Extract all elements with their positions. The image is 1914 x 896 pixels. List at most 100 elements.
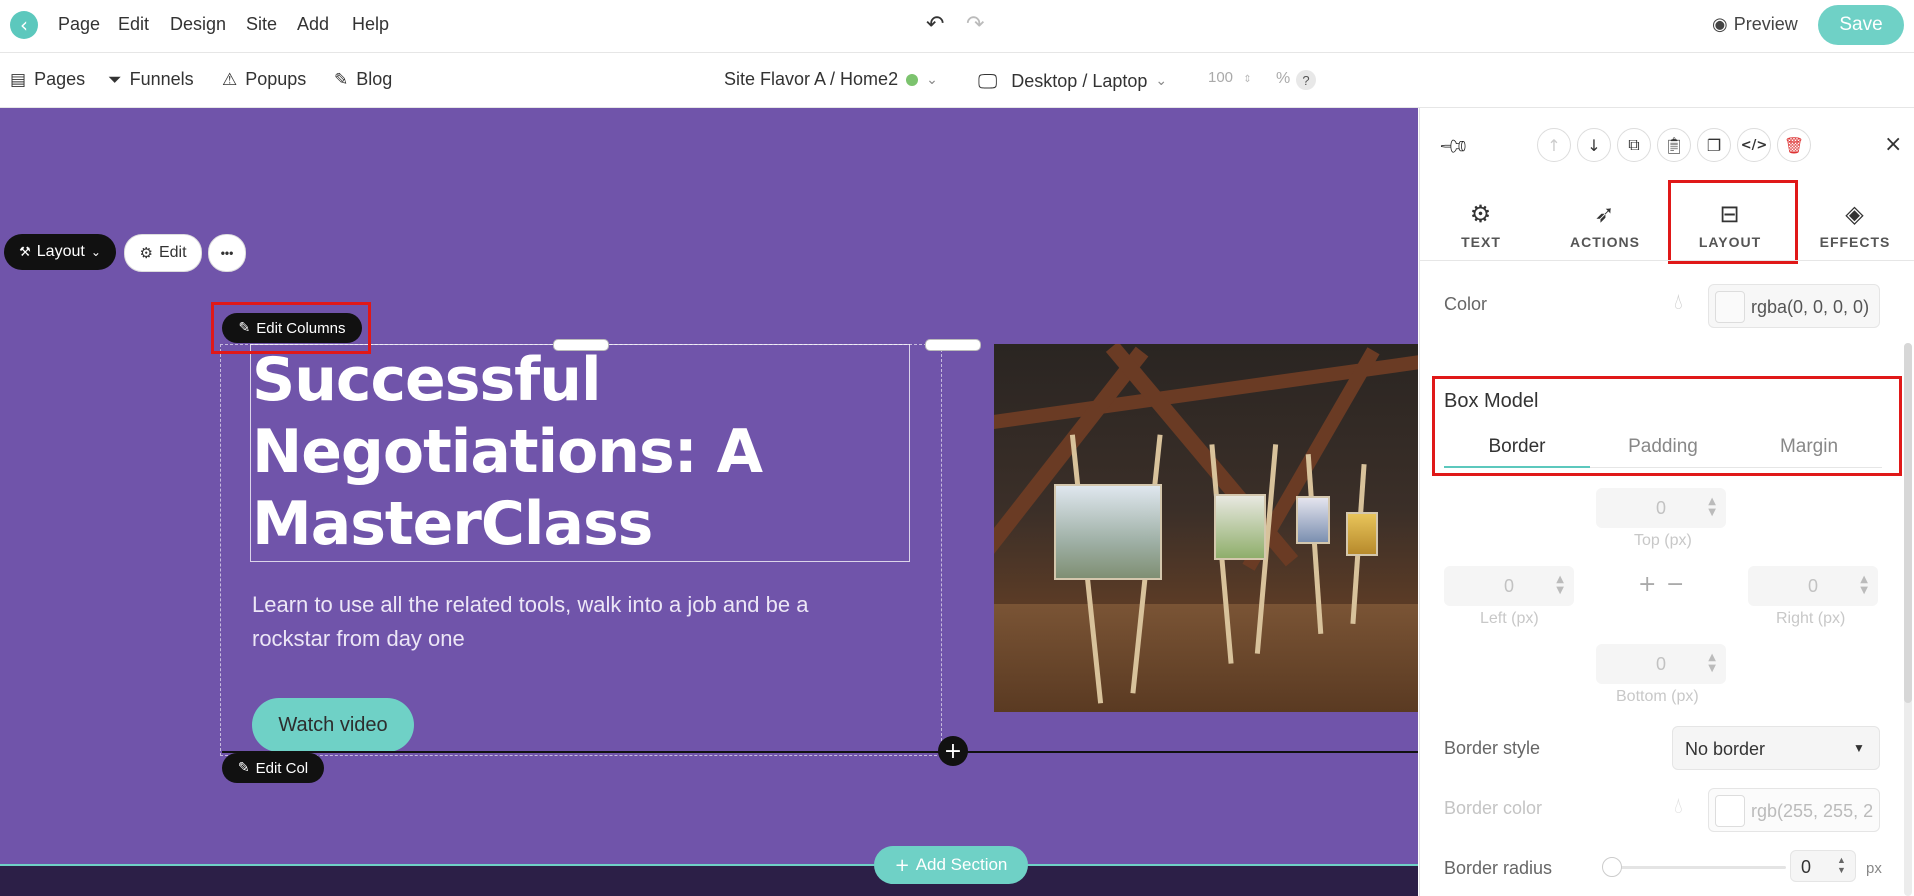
tab-effects[interactable]: ◈ EFFECTS: [1800, 200, 1910, 250]
site-selector-label: Site Flavor A / Home2: [724, 69, 899, 89]
border-color-label: Border color: [1444, 798, 1543, 818]
close-icon[interactable]: ×: [1884, 132, 1902, 157]
back-arrow-icon[interactable]: ‹: [10, 11, 38, 39]
site-selector[interactable]: Site Flavor A / Home2 ⌄: [724, 69, 938, 90]
redo-icon[interactable]: ↷: [966, 12, 984, 37]
highlight-box: [1432, 376, 1902, 476]
tab-text-label: TEXT: [1461, 234, 1501, 250]
watch-video-button[interactable]: Watch video: [252, 698, 414, 752]
plus-icon: +: [894, 854, 910, 876]
color-swatch[interactable]: [1715, 795, 1745, 827]
border-right-input[interactable]: 0 ▲ ▼: [1748, 566, 1878, 606]
top-px-label: Top (px): [1634, 532, 1692, 549]
add-row-plus-icon[interactable]: +: [938, 736, 968, 766]
border-left-input[interactable]: 0 ▲ ▼: [1444, 566, 1574, 606]
undo-icon[interactable]: ↶: [926, 12, 944, 37]
link-minus-icon[interactable]: −: [1666, 572, 1684, 597]
page-canvas[interactable]: ⚒ Layout ⌄ ⚙ Edit ••• ✎ Edit Columns Suc…: [0, 108, 1418, 896]
stepper-icon[interactable]: ▲ ▼: [1556, 574, 1564, 596]
pin-icon[interactable]: 📌︎: [1437, 129, 1472, 164]
edit-label: Edit: [158, 244, 187, 261]
color-value: rgba(0, 0, 0, 0): [1751, 297, 1870, 317]
stepper-icon[interactable]: ▲ ▼: [1708, 496, 1716, 518]
color-field[interactable]: rgba(0, 0, 0, 0): [1708, 284, 1880, 328]
eye-icon: ◉: [1712, 14, 1728, 35]
border-style-select[interactable]: No border ▼: [1672, 726, 1880, 770]
blog-button[interactable]: ✎ Blog: [334, 69, 392, 90]
border-bottom-input[interactable]: 0 ▲ ▼: [1596, 644, 1726, 684]
funnels-button[interactable]: ⏷ Funnels: [108, 69, 194, 90]
caret-down-icon: ▼: [1853, 741, 1865, 755]
menu-page[interactable]: Page: [58, 14, 100, 35]
move-up-icon[interactable]: ↑: [1537, 128, 1571, 162]
edit-col-button[interactable]: ✎ Edit Col: [222, 753, 324, 783]
panel-scrollbar[interactable]: [1904, 343, 1912, 896]
page-icon: ▤: [10, 69, 27, 90]
painting: [1054, 484, 1162, 580]
painting: [1346, 512, 1378, 556]
tab-text[interactable]: ⚙ TEXT: [1426, 200, 1536, 250]
gallery-easels-image[interactable]: [994, 344, 1418, 712]
border-radius-slider-thumb[interactable]: [1602, 857, 1622, 877]
save-button[interactable]: Save: [1818, 5, 1904, 45]
menu-site[interactable]: Site: [246, 14, 277, 35]
stepper-icon[interactable]: ▲ ▼: [1860, 574, 1868, 596]
border-color-field[interactable]: rgb(255, 255, 2: [1708, 788, 1880, 832]
move-down-icon[interactable]: ↓: [1577, 128, 1611, 162]
link-plus-icon[interactable]: +: [1638, 572, 1656, 597]
add-section-button[interactable]: + Add Section: [874, 846, 1028, 884]
zoom-stepper-icon[interactable]: ⇕: [1243, 74, 1251, 85]
layout-button[interactable]: ⚒ Layout ⌄: [4, 234, 116, 270]
zoom-input[interactable]: 100 ⇕: [1208, 69, 1258, 91]
border-right-value: 0: [1807, 575, 1818, 596]
edit-col-label: Edit Col: [255, 759, 309, 777]
highlight-box: [1668, 180, 1798, 264]
pages-button[interactable]: ▤ Pages: [10, 69, 85, 90]
trash-icon[interactable]: 🗑︎: [1777, 128, 1811, 162]
menu-help[interactable]: Help: [352, 14, 389, 35]
resize-handle[interactable]: [925, 339, 981, 351]
tab-actions-label: ACTIONS: [1570, 234, 1640, 250]
status-dot: [906, 73, 919, 86]
color-swatch[interactable]: [1715, 291, 1745, 323]
border-style-value: No border: [1685, 739, 1766, 759]
menu-add[interactable]: Add: [297, 14, 329, 35]
device-selector[interactable]: 🖵 Desktop / Laptop ⌄: [978, 69, 1167, 93]
stepper-icon[interactable]: ▲ ▼: [1837, 855, 1846, 875]
zoom-value: 100: [1208, 69, 1234, 86]
border-radius-slider-track[interactable]: [1610, 866, 1786, 869]
duplicate-icon[interactable]: ❐: [1697, 128, 1731, 162]
menu-edit[interactable]: Edit: [118, 14, 149, 35]
more-options-button[interactable]: •••: [208, 234, 246, 272]
stepper-icon[interactable]: ▲ ▼: [1708, 652, 1716, 674]
copy-style-icon[interactable]: ⧉: [1617, 128, 1651, 162]
preview-label: Preview: [1733, 14, 1798, 34]
color-picker-icon[interactable]: 💧︎: [1674, 794, 1683, 819]
chevron-down-icon: ⌄: [926, 71, 938, 88]
edit-section-button[interactable]: ⚙ Edit: [124, 234, 202, 272]
hammer-icon: ⚒: [19, 244, 31, 260]
code-icon[interactable]: </>: [1737, 128, 1771, 162]
border-top-input[interactable]: 0 ▲ ▼: [1596, 488, 1726, 528]
border-top-value: 0: [1655, 497, 1666, 518]
border-style-label: Border style: [1444, 738, 1541, 758]
popups-button[interactable]: ⚠ Popups: [222, 69, 306, 90]
hero-subtitle[interactable]: Learn to use all the related tools, walk…: [252, 588, 892, 656]
tabs-divider: [1420, 260, 1914, 261]
color-picker-icon[interactable]: 💧︎: [1674, 290, 1683, 315]
border-radius-input[interactable]: 0 ▲ ▼: [1790, 850, 1856, 882]
hero-heading[interactable]: Successful Negotiations: A MasterClass: [252, 344, 902, 560]
border-radius-value: 0: [1801, 857, 1812, 877]
tab-actions[interactable]: ➶ ACTIONS: [1550, 200, 1660, 250]
scrollbar-thumb[interactable]: [1904, 343, 1912, 703]
preview-button[interactable]: ◉ Preview: [1712, 14, 1798, 35]
paste-icon[interactable]: 📋︎: [1657, 128, 1691, 162]
section-divider: [222, 751, 1418, 753]
zoom-unit: %: [1276, 70, 1291, 87]
chevron-down-icon: ⌄: [90, 245, 101, 259]
secondary-toolbar: ▤ Pages ⏷ Funnels ⚠ Popups ✎ Blog Site F…: [0, 53, 1914, 108]
left-px-label: Left (px): [1480, 610, 1539, 627]
help-icon[interactable]: ?: [1296, 70, 1316, 90]
menu-design[interactable]: Design: [170, 14, 226, 35]
properties-panel: 📌︎ ↑ ↓ ⧉ 📋︎ ❐ </> 🗑︎ × ⚙ TEXT ➶ ACTIONS …: [1419, 108, 1914, 896]
